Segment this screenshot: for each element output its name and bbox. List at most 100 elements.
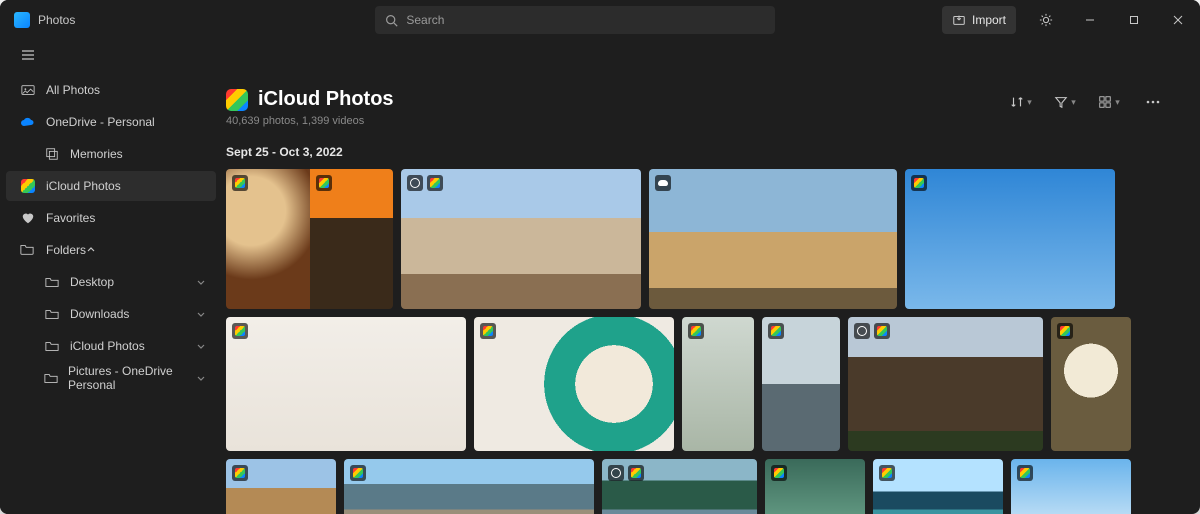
- photo-thumb[interactable]: [682, 317, 754, 451]
- settings-button[interactable]: [1024, 0, 1068, 40]
- nav-folder-icloud-photos[interactable]: iCloud Photos: [6, 331, 216, 361]
- memories-icon: [44, 146, 60, 162]
- nav-label: iCloud Photos: [70, 339, 145, 353]
- menu-icon: [21, 49, 35, 61]
- photo-thumb[interactable]: [1051, 317, 1131, 451]
- nav-folder-desktop[interactable]: Desktop: [6, 267, 216, 297]
- date-group-label: Sept 25 - Oct 3, 2022: [226, 145, 1172, 159]
- nav-folder-downloads[interactable]: Downloads: [6, 299, 216, 329]
- live-badge-icon: [232, 175, 248, 191]
- gear-icon: [1039, 13, 1053, 27]
- icloud-logo-icon: [226, 89, 248, 111]
- photo-grid: [222, 169, 1172, 514]
- chevron-up-icon: [86, 245, 96, 255]
- icloud-badge-icon: [1017, 465, 1033, 481]
- photo-thumb[interactable]: [873, 459, 1003, 514]
- filter-button[interactable]: ▾: [1046, 88, 1084, 116]
- app-name: Photos: [38, 13, 75, 27]
- folder-icon: [44, 274, 60, 290]
- icloud-badge-icon: [771, 465, 787, 481]
- more-button[interactable]: [1134, 88, 1172, 116]
- page-subtitle: 40,639 photos, 1,399 videos: [226, 115, 394, 127]
- nav-label: Downloads: [70, 307, 129, 321]
- live-badge-icon: [608, 465, 624, 481]
- cloud-badge-icon: [655, 175, 671, 191]
- icloud-badge-icon: [874, 323, 890, 339]
- nav-folders-header[interactable]: Folders: [6, 235, 216, 265]
- nav-all-photos[interactable]: All Photos: [6, 75, 216, 105]
- photos-icon: [20, 82, 36, 98]
- nav-label: All Photos: [46, 83, 100, 97]
- maximize-button[interactable]: [1112, 0, 1156, 40]
- live-badge-icon: [407, 175, 423, 191]
- grid-row: [226, 459, 1172, 514]
- photo-thumb[interactable]: [226, 459, 336, 514]
- folder-icon: [44, 306, 60, 322]
- nav-label: Folders: [46, 243, 86, 257]
- view-button[interactable]: ▾: [1090, 88, 1128, 116]
- filter-icon: [1054, 95, 1068, 109]
- live-badge-icon: [854, 323, 870, 339]
- nav-label: OneDrive - Personal: [46, 115, 155, 129]
- chevron-down-icon: [196, 309, 206, 319]
- hamburger-button[interactable]: [14, 41, 42, 69]
- sort-icon: [1010, 95, 1024, 109]
- nav-favorites[interactable]: Favorites: [6, 203, 216, 233]
- close-button[interactable]: [1156, 0, 1200, 40]
- more-icon: [1146, 100, 1160, 104]
- icloud-icon: [20, 178, 36, 194]
- main-content: iCloud Photos 40,639 photos, 1,399 video…: [222, 70, 1200, 514]
- icloud-badge-icon: [427, 175, 443, 191]
- search-input[interactable]: Search: [375, 6, 775, 34]
- sort-button[interactable]: ▾: [1002, 88, 1040, 116]
- photo-thumb[interactable]: [905, 169, 1115, 309]
- icloud-badge-icon: [911, 175, 927, 191]
- photo-thumb[interactable]: [226, 169, 393, 309]
- icloud-badge-icon: [232, 465, 248, 481]
- nav-folder-pictures-onedrive[interactable]: Pictures - OneDrive Personal: [6, 363, 216, 393]
- page-header: iCloud Photos 40,639 photos, 1,399 video…: [222, 88, 1172, 127]
- photo-thumb[interactable]: [649, 169, 897, 309]
- icloud-badge-icon: [879, 465, 895, 481]
- folder-icon: [44, 370, 58, 386]
- photo-thumb[interactable]: [762, 317, 840, 451]
- folder-icon: [20, 242, 36, 258]
- live-badge-icon: [316, 175, 332, 191]
- import-icon: [952, 13, 966, 27]
- photo-thumb[interactable]: [401, 169, 641, 309]
- titlebar: Photos Search Import: [0, 0, 1200, 40]
- photo-thumb[interactable]: [1011, 459, 1131, 514]
- chevron-down-icon: [196, 341, 206, 351]
- search-icon: [385, 14, 398, 27]
- icloud-badge-icon: [688, 323, 704, 339]
- photo-thumb[interactable]: [344, 459, 594, 514]
- nav-memories[interactable]: Memories: [6, 139, 216, 169]
- nav-onedrive[interactable]: OneDrive - Personal: [6, 107, 216, 137]
- nav-icloud-photos[interactable]: iCloud Photos: [6, 171, 216, 201]
- page-toolbar: ▾ ▾ ▾: [1002, 88, 1172, 116]
- photo-thumb[interactable]: [765, 459, 865, 514]
- nav-label: iCloud Photos: [46, 179, 121, 193]
- onedrive-icon: [20, 114, 36, 130]
- minimize-button[interactable]: [1068, 0, 1112, 40]
- import-button[interactable]: Import: [942, 6, 1016, 34]
- chevron-down-icon: [196, 277, 206, 287]
- minimize-icon: [1085, 15, 1095, 25]
- icloud-badge-icon: [480, 323, 496, 339]
- maximize-icon: [1129, 15, 1139, 25]
- nav-label: Memories: [70, 147, 123, 161]
- icloud-badge-icon: [350, 465, 366, 481]
- nav-label: Pictures - OneDrive Personal: [68, 364, 196, 392]
- chevron-down-icon: ▾: [1071, 97, 1076, 108]
- photo-thumb[interactable]: [226, 317, 466, 451]
- page-title: iCloud Photos: [258, 88, 394, 111]
- photo-thumb[interactable]: [848, 317, 1043, 451]
- photo-thumb[interactable]: [602, 459, 757, 514]
- heart-icon: [20, 210, 36, 226]
- icloud-badge-icon: [628, 465, 644, 481]
- app-icon: [14, 12, 30, 28]
- search-placeholder: Search: [406, 13, 444, 27]
- icloud-badge-icon: [232, 323, 248, 339]
- photo-thumb[interactable]: [474, 317, 674, 451]
- hamburger-row: [0, 40, 1200, 70]
